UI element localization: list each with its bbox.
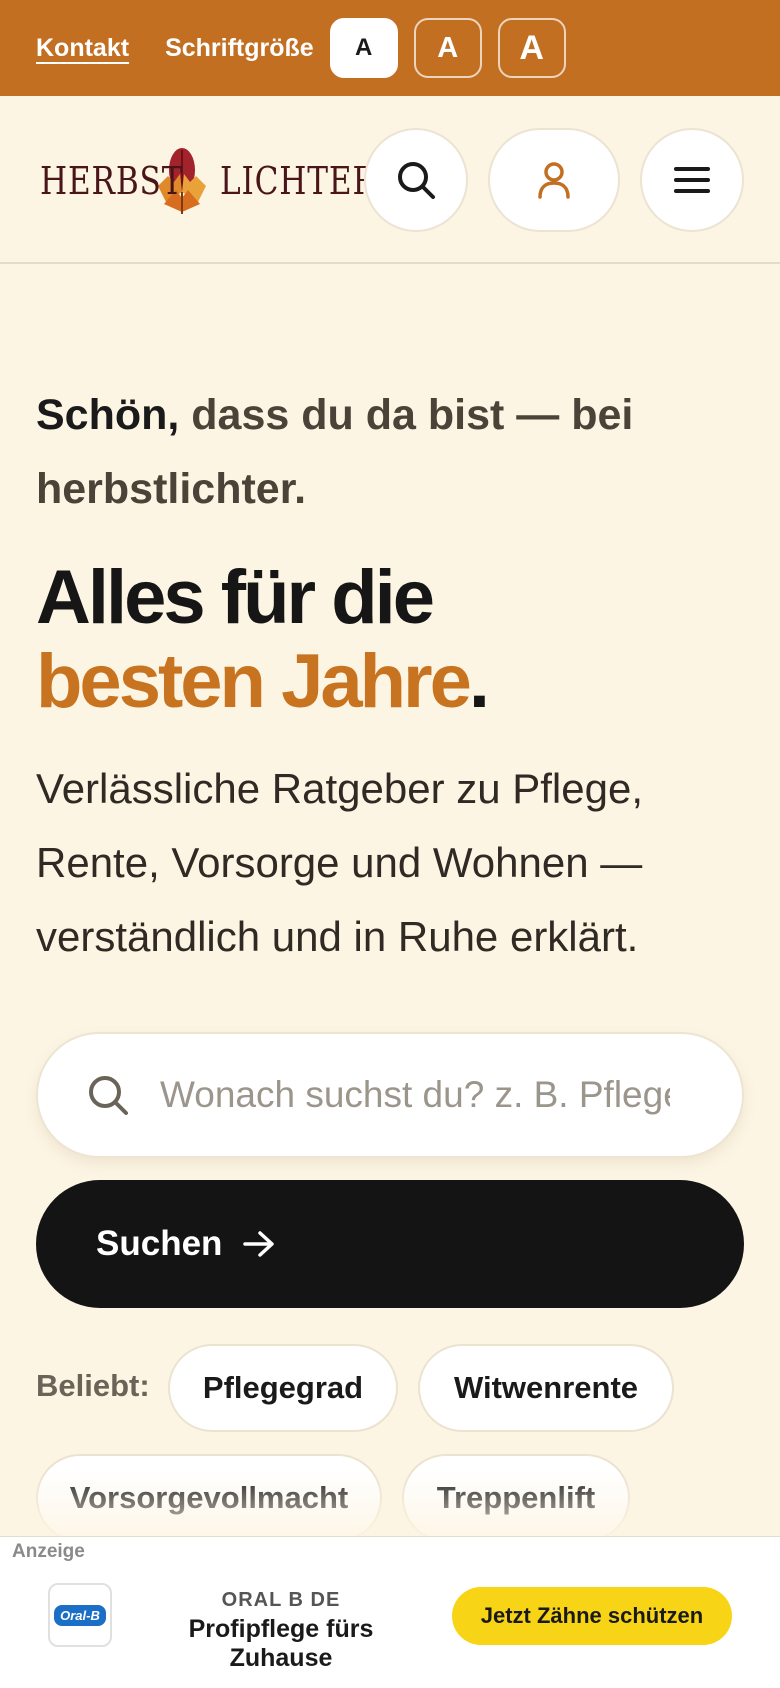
site-logo[interactable]: HERBST LICHTER [40,146,377,216]
search-input[interactable] [160,1074,670,1116]
search-icon [398,162,435,199]
hamburger-menu-icon [674,167,710,193]
ad-tagline: Profipflege fürs Zuhause [188,1615,374,1672]
font-size-large-button[interactable]: A [497,18,566,78]
contact-link[interactable]: Kontakt [36,34,129,63]
font-size-label: Schriftgröße [165,33,314,62]
arrow-right-icon [243,1231,275,1257]
headline-period: . [468,639,490,724]
search-field[interactable] [36,1032,744,1158]
search-icon [89,1076,128,1115]
popular-chip-witwenrente[interactable]: Witwenrente [418,1344,674,1432]
font-size-medium-button[interactable]: A [413,18,482,78]
font-size-small-button[interactable]: A [329,18,398,78]
headline-accent: besten Jahre [36,639,472,724]
search-submit-button[interactable]: Suchen [36,1180,744,1308]
site-header: HERBST LICHTER [0,96,780,264]
ad-brand-name: ORAL B DE [221,1589,341,1611]
logo-word-right: LICHTER [220,159,377,203]
logo-word-left: HERBST [40,159,184,203]
headline-line-1: Alles für die [36,555,435,640]
menu-button[interactable] [640,128,744,232]
content-fade [0,1470,780,1536]
page-title: Alles für die besten Jahre. [36,556,756,724]
greeting-emphasis: Schön, [36,391,180,439]
hero-lead-text: Verlässliche Ratgeber zu Pflege, Rente, … [36,765,644,960]
popular-label: Beliebt: [36,1368,150,1403]
ad-cta-button[interactable]: Jetzt Zähne schützen [452,1587,732,1645]
popular-chip-pflegegrad[interactable]: Pflegegrad [168,1344,398,1432]
account-button[interactable] [488,128,620,232]
search-button[interactable] [364,128,468,232]
search-submit-label: Suchen [96,1224,223,1263]
user-icon [538,162,570,199]
ad-label: Anzeige [12,1541,85,1562]
ad-banner[interactable]: Anzeige Oral-B ORAL B DE Profipflege für… [0,1536,780,1688]
utility-bar: Kontakt Schriftgröße A A A [0,0,780,96]
welcome-greeting: Schön, dass du da bist — bei herbstlicht… [36,378,736,526]
ad-brand-logo: Oral-B [48,1583,112,1647]
oral-b-logo-icon: Oral-B [54,1604,106,1626]
